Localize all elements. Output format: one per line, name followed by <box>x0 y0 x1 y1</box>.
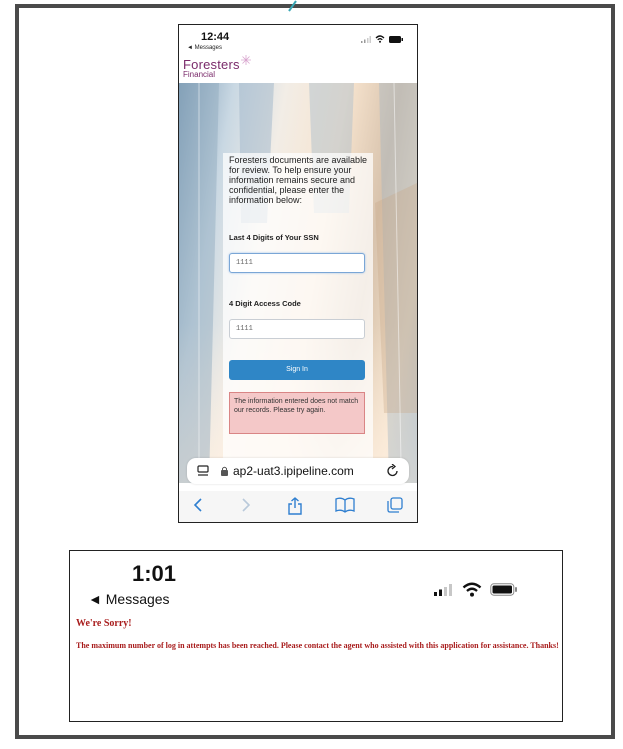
status-time: 12:44 <box>201 31 230 43</box>
sorry-screenshot: 1:01 ◄ Messages We're Sorry! The maximum… <box>69 550 563 722</box>
forward-arrow-icon[interactable] <box>241 497 251 513</box>
signal-icon <box>361 35 371 43</box>
status-time: 1:01 <box>132 561 177 586</box>
sign-in-button[interactable]: Sign In <box>229 360 365 380</box>
error-message: The information entered does not match o… <box>229 392 365 434</box>
sorry-heading: We're Sorry! <box>76 618 132 629</box>
foresters-logo: Foresters Financial <box>183 55 251 79</box>
battery-icon <box>490 583 517 596</box>
teal-mark-icon <box>288 0 297 12</box>
access-code-label: 4 Digit Access Code <box>229 299 301 308</box>
lock-icon <box>221 466 228 476</box>
status-bar: 12:44 ◄ Messages <box>179 25 417 55</box>
battery-icon <box>389 35 403 43</box>
back-arrow-icon[interactable] <box>193 497 203 513</box>
status-icons <box>361 35 403 43</box>
ssn-label: Last 4 Digits of Your SSN <box>229 233 319 242</box>
wifi-icon <box>375 35 385 43</box>
address-bar[interactable]: ap2-uat3.ipipeline.com <box>187 458 409 484</box>
url-text: ap2-uat3.ipipeline.com <box>233 464 354 478</box>
bookmarks-icon[interactable] <box>335 497 355 513</box>
back-to-messages[interactable]: ◄ Messages <box>187 45 222 51</box>
share-icon[interactable] <box>287 497 303 515</box>
login-screenshot: 12:44 ◄ Messages Foresters Financial For… <box>178 24 418 523</box>
status-icons <box>434 582 518 597</box>
tabs-icon[interactable] <box>387 497 403 513</box>
page-menu-icon[interactable] <box>197 465 209 477</box>
wifi-icon <box>462 582 482 597</box>
access-code-input[interactable]: 1111 <box>229 319 365 339</box>
back-to-messages[interactable]: ◄ Messages <box>88 591 170 607</box>
browser-toolbar <box>179 491 417 522</box>
intro-text: Foresters documents are available for re… <box>229 155 368 205</box>
brand-star-icon <box>241 55 251 65</box>
signal-icon <box>434 583 452 596</box>
ssn-input[interactable]: 1111 <box>229 253 365 273</box>
lockout-message: The maximum number of log in attempts ha… <box>76 641 559 650</box>
reload-icon[interactable] <box>387 464 399 477</box>
